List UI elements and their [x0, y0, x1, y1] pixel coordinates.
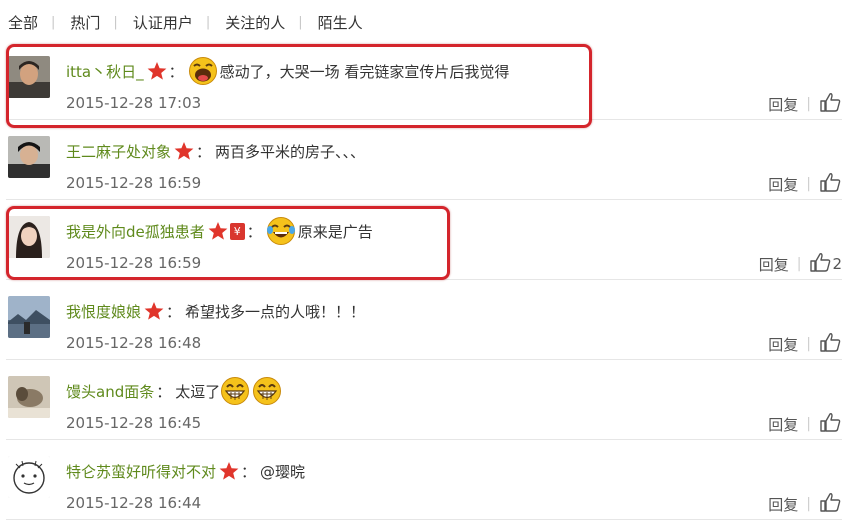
avatar[interactable] — [8, 456, 50, 498]
thumbs-up-icon — [819, 172, 841, 196]
colon: ： — [196, 142, 212, 161]
avatar[interactable] — [8, 376, 50, 418]
tab-separator: | — [51, 14, 56, 30]
tears-of-joy-emoji-icon — [266, 216, 296, 246]
laugh-cry-emoji-icon — [188, 56, 218, 86]
comment-item: 我是外向de孤独患者 ¥ ： 原来是广告 2015-12-28 16:59 回复… — [0, 204, 842, 280]
comment-text: 两百多平米的房子、、、 — [215, 142, 366, 161]
comment-text: 感动了，大哭一场 看完链家宣传片后我觉得 — [219, 62, 510, 81]
verified-star-icon — [219, 461, 239, 481]
like-button[interactable] — [819, 492, 842, 516]
action-separator: | — [806, 416, 811, 432]
grin-emoji-icon — [220, 376, 250, 406]
divider — [6, 119, 842, 120]
avatar[interactable] — [8, 216, 50, 258]
comment-text: 原来是广告 — [297, 222, 373, 241]
like-button[interactable] — [819, 412, 842, 436]
colon: ： — [168, 62, 184, 81]
verified-star-icon — [147, 61, 167, 81]
reply-button[interactable]: 回复 — [768, 414, 798, 435]
divider — [6, 439, 842, 440]
colon: ： — [156, 382, 172, 401]
timestamp: 2015-12-28 16:44 — [66, 494, 202, 512]
colon: ： — [246, 222, 262, 241]
tab-all[interactable]: 全部 — [0, 12, 44, 33]
reply-button[interactable]: 回复 — [768, 174, 798, 195]
timestamp: 2015-12-28 16:48 — [66, 334, 202, 352]
comment-item: 馒头and面条 ： 太逗了 2015-12-28 16:45 回复 | — [0, 364, 842, 440]
username-link[interactable]: 王二麻子处对象 — [66, 141, 171, 162]
thumbs-up-icon — [819, 92, 841, 116]
comment-item: 王二麻子处对象 ： 两百多平米的房子、、、 2015-12-28 16:59 回… — [0, 124, 842, 200]
thumbs-up-icon — [819, 412, 841, 436]
tab-strangers[interactable]: 陌生人 — [310, 12, 369, 33]
like-button[interactable] — [819, 92, 842, 116]
divider — [6, 359, 842, 360]
red-envelope-icon: ¥ — [229, 222, 245, 240]
grin-emoji-icon — [252, 376, 282, 406]
thumbs-up-icon — [809, 252, 831, 276]
verified-star-icon — [208, 221, 228, 241]
divider — [6, 199, 842, 200]
like-button[interactable] — [819, 172, 842, 196]
colon: ： — [166, 302, 182, 321]
comment-item: itta丶秋日_ ： 感动了，大哭一场 看完链家宣传片后我觉得 2015-12-… — [0, 44, 842, 120]
action-separator: | — [806, 496, 811, 512]
colon: ： — [241, 462, 257, 481]
reply-button[interactable]: 回复 — [759, 254, 789, 275]
comment-text: 太逗了 — [175, 382, 221, 401]
username-link[interactable]: itta丶秋日_ — [66, 61, 144, 82]
tab-verified-users[interactable]: 认证用户 — [125, 12, 199, 33]
tab-separator: | — [205, 14, 211, 30]
thumbs-up-icon — [819, 332, 841, 356]
divider — [6, 519, 842, 520]
reply-button[interactable]: 回复 — [768, 94, 798, 115]
timestamp: 2015-12-28 16:59 — [66, 254, 202, 272]
tab-following[interactable]: 关注的人 — [217, 12, 291, 33]
divider — [6, 279, 842, 280]
like-button[interactable]: 2 — [809, 252, 842, 276]
avatar[interactable] — [8, 136, 50, 178]
action-separator: | — [806, 176, 811, 192]
reply-button[interactable]: 回复 — [768, 494, 798, 515]
like-button[interactable] — [819, 332, 842, 356]
action-separator: | — [806, 96, 811, 112]
comment-text: 希望找多一点的人哦！！！ — [185, 302, 366, 321]
timestamp: 2015-12-28 17:03 — [66, 94, 202, 112]
verified-star-icon — [144, 301, 164, 321]
action-separator: | — [806, 336, 811, 352]
timestamp: 2015-12-28 16:45 — [66, 414, 202, 432]
reply-button[interactable]: 回复 — [768, 334, 798, 355]
avatar[interactable] — [8, 56, 50, 98]
comment-item: 我恨度娘娘 ： 希望找多一点的人哦！！！ 2015-12-28 16:48 回复… — [0, 284, 842, 360]
tab-separator: | — [298, 14, 303, 30]
comment-item: 特仑苏蛮好听得对不对 ： @璎晥 2015-12-28 16:44 回复 | — [0, 444, 842, 520]
comment-filter-tabs: 全部 | 热门 | 认证用户 | 关注的人 | 陌生人 — [0, 0, 865, 44]
username-link[interactable]: 馒头and面条 — [66, 381, 154, 402]
action-separator: | — [796, 256, 802, 272]
username-link[interactable]: 我恨度娘娘 — [66, 301, 141, 322]
tab-separator: | — [113, 14, 118, 30]
thumbs-up-icon — [819, 492, 841, 516]
tab-hot[interactable]: 热门 — [62, 12, 106, 33]
username-link[interactable]: 特仑苏蛮好听得对不对 — [66, 461, 216, 482]
avatar[interactable] — [8, 296, 50, 338]
verified-star-icon — [174, 141, 194, 161]
comment-text: @璎晥 — [260, 462, 306, 481]
username-link[interactable]: 我是外向de孤独患者 — [66, 221, 205, 242]
like-count: 2 — [832, 255, 842, 273]
timestamp: 2015-12-28 16:59 — [66, 174, 202, 192]
